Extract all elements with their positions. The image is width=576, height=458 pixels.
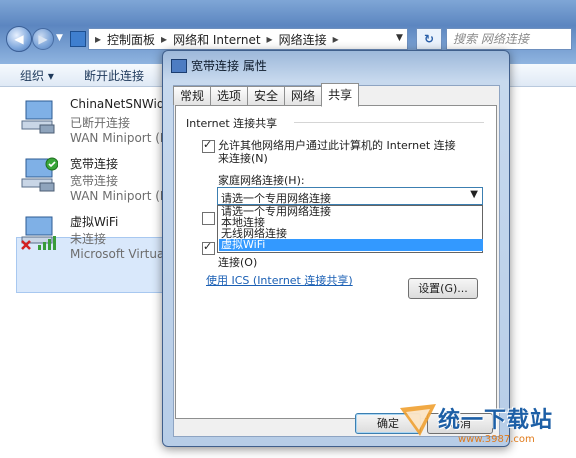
settings-button[interactable]: 设置(G)... <box>408 278 478 299</box>
breadcrumb-separator-icon: ▸ <box>266 32 273 46</box>
breadcrumb-control-panel[interactable]: 控制面板 <box>107 31 155 48</box>
home-network-combo[interactable]: 请选一个专用网络连接 ▼ <box>217 187 483 205</box>
connection-name: 宽带连接 <box>70 157 119 171</box>
chevron-down-icon[interactable]: ▼ <box>470 189 478 200</box>
home-network-dropdown: 请选一个专用网络连接 本地连接 无线网络连接 虚拟WiFi <box>217 205 483 253</box>
third-checkbox[interactable] <box>202 240 215 255</box>
connection-status: 未连接 <box>70 232 107 246</box>
organize-menu[interactable]: 组织 ▾ <box>20 67 54 84</box>
group-title: Internet 连接共享 <box>186 117 278 130</box>
wireless-connection-icon <box>21 216 56 250</box>
tab-strip: 常规 选项 安全 网络 共享 <box>173 83 360 107</box>
allow-sharing-label[interactable]: 允许其他网络用户通过此计算机的 Internet 连接 <box>218 139 488 152</box>
tab-sharing[interactable]: 共享 <box>321 83 360 107</box>
disconnect-button[interactable]: 断开此连接 <box>84 67 144 84</box>
dropdown-option-highlighted[interactable]: 虚拟WiFi <box>219 239 483 251</box>
connection-name: 虚拟WiFi <box>70 215 119 229</box>
home-network-label: 家庭网络连接(H): <box>218 174 305 187</box>
network-icon <box>171 58 187 73</box>
watermark-url: www.3987.com <box>458 434 535 445</box>
ics-help-link[interactable]: 使用 ICS (Internet 连接共享) <box>206 272 353 288</box>
list-item-chinanet[interactable]: ChinaNetSNWide 已断开连接 WAN Miniport (P <box>20 97 172 155</box>
properties-dialog: 宽带连接 属性 常规 选项 安全 网络 共享 Internet 连接共享 允许其… <box>162 50 510 447</box>
list-item-broadband[interactable]: 宽带连接 宽带连接 WAN Miniport (P <box>20 155 170 213</box>
connection-device: WAN Miniport (P <box>70 189 168 203</box>
site-watermark: 统一下载站 www.3987.com <box>398 398 576 458</box>
connection-name: ChinaNetSNWide <box>70 97 172 111</box>
dialog-title: 宽带连接 属性 <box>191 59 267 73</box>
network-connection-icon <box>21 100 55 134</box>
dialog-title-bar: 宽带连接 属性 <box>171 57 267 74</box>
forward-button[interactable]: ▶ <box>32 28 54 50</box>
allow-control-checkbox[interactable] <box>202 212 215 225</box>
connection-device: Microsoft Virtual <box>70 247 168 261</box>
tab-security[interactable]: 安全 <box>247 86 286 105</box>
combo-value: 请选一个专用网络连接 <box>221 192 331 205</box>
allow-sharing-checkbox[interactable] <box>202 138 215 153</box>
group-divider <box>294 122 484 123</box>
recent-pages-icon[interactable]: ▼ <box>56 33 63 43</box>
breadcrumb-separator-icon: ▸ <box>332 32 339 46</box>
breadcrumb-network-internet[interactable]: 网络和 Internet <box>173 31 260 48</box>
network-connection-icon <box>21 157 58 192</box>
network-folder-icon <box>70 31 86 47</box>
breadcrumb-separator-icon: ▸ <box>95 32 102 46</box>
connection-status: 宽带连接 <box>70 174 119 188</box>
connection-status: 已断开连接 <box>70 116 131 130</box>
watermark-title: 统一下载站 <box>438 408 554 433</box>
watermark-logo-icon <box>400 404 436 436</box>
address-dropdown-icon[interactable]: ▼ <box>396 33 403 43</box>
tab-networking[interactable]: 网络 <box>284 86 323 105</box>
connection-device: WAN Miniport (P <box>70 131 168 145</box>
refresh-button[interactable]: ↻ <box>416 28 442 50</box>
tab-options[interactable]: 选项 <box>210 86 249 105</box>
back-button[interactable]: ◀ <box>6 26 32 52</box>
third-checkbox-label[interactable]: 连接(O) <box>218 256 257 269</box>
breadcrumb-separator-icon: ▸ <box>161 32 168 46</box>
sharing-panel: Internet 连接共享 允许其他网络用户通过此计算机的 Internet 连… <box>175 105 497 419</box>
tab-general[interactable]: 常规 <box>173 86 212 105</box>
allow-sharing-label-2[interactable]: 来连接(N) <box>218 152 268 165</box>
breadcrumb-network-connections[interactable]: 网络连接 <box>279 31 327 48</box>
list-item-virtual-wifi[interactable]: 虚拟WiFi 未连接 Microsoft Virtual <box>20 213 170 271</box>
search-input[interactable]: 搜索 网络连接 <box>446 28 572 50</box>
address-bar[interactable]: ▸ 控制面板 ▸ 网络和 Internet ▸ 网络连接 ▸ <box>88 28 408 50</box>
